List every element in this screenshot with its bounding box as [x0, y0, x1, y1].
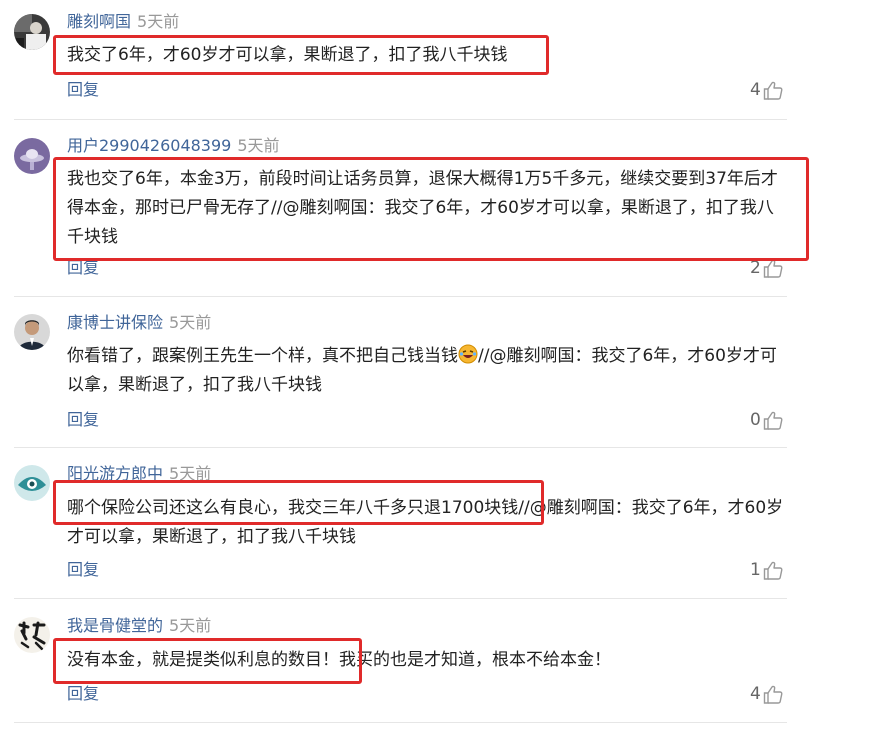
- username[interactable]: 用户2990426048399: [67, 136, 231, 155]
- comment-header: 我是骨健堂的 5天前: [67, 616, 211, 636]
- like-button[interactable]: 0: [750, 410, 783, 430]
- reply-button[interactable]: 回复: [67, 410, 99, 430]
- reply-button[interactable]: 回复: [67, 560, 99, 580]
- comment-time: 5天前: [137, 12, 180, 31]
- purple-ufo-avatar-icon: [14, 138, 50, 174]
- comment-header: 雕刻啊国 5天前: [67, 12, 179, 32]
- laughing-emoji-icon: [458, 344, 478, 364]
- comment-time: 5天前: [169, 616, 212, 635]
- like-count: 2: [750, 258, 761, 278]
- comment-text: 你看错了，跟案例王先生一个样，真不把自己钱当钱 //@雕刻啊国：我交了6年，才6…: [67, 342, 789, 400]
- avatar[interactable]: [14, 465, 50, 501]
- reply-button[interactable]: 回复: [67, 684, 99, 704]
- comment-text: 哪个保险公司还这么有良心，我交三年八千多只退1700块钱//@雕刻啊国：我交了6…: [67, 498, 784, 547]
- comment-text: 没有本金，就是提类似利息的数目！我买的也是才知道，根本不给本金！: [67, 650, 611, 670]
- like-count: 0: [750, 410, 761, 430]
- comment-text: 我交了6年，才60岁才可以拿，果断退了，扣了我八千块钱: [67, 45, 508, 65]
- dark-photo-avatar-icon: [14, 14, 50, 50]
- divider: [14, 119, 787, 120]
- comment-time: 5天前: [169, 464, 212, 483]
- like-count: 1: [750, 560, 761, 580]
- avatar[interactable]: [14, 138, 50, 174]
- thumbs-up-icon: [763, 685, 783, 704]
- comment-header: 康博士讲保险 5天前: [67, 313, 211, 333]
- comment-text-part: 你看错了，跟案例王先生一个样，真不把自己钱当钱: [67, 346, 458, 366]
- avatar[interactable]: [14, 14, 50, 50]
- divider: [14, 296, 787, 297]
- like-count: 4: [750, 684, 761, 704]
- thumbs-up-icon: [763, 259, 783, 278]
- avatar[interactable]: [14, 314, 50, 350]
- comment-header: 用户2990426048399 5天前: [67, 136, 280, 156]
- comment-time: 5天前: [169, 313, 212, 332]
- comment-time: 5天前: [237, 136, 280, 155]
- thumbs-up-icon: [763, 561, 783, 580]
- calligraphy-avatar-icon: [14, 617, 50, 653]
- like-button[interactable]: 2: [750, 258, 783, 278]
- comment-header: 阳光游方郎中 5天前: [67, 464, 211, 484]
- teal-eye-avatar-icon: [14, 465, 50, 501]
- man-portrait-avatar-icon: [14, 314, 50, 350]
- username[interactable]: 我是骨健堂的: [67, 616, 163, 635]
- like-count: 4: [750, 80, 761, 100]
- username[interactable]: 阳光游方郎中: [67, 464, 163, 483]
- username[interactable]: 雕刻啊国: [67, 12, 131, 31]
- like-button[interactable]: 1: [750, 560, 783, 580]
- like-button[interactable]: 4: [750, 684, 783, 704]
- thumbs-up-icon: [763, 411, 783, 430]
- like-button[interactable]: 4: [750, 80, 783, 100]
- reply-button[interactable]: 回复: [67, 80, 99, 100]
- reply-button[interactable]: 回复: [67, 258, 99, 278]
- comment-text: 我也交了6年，本金3万，前段时间让话务员算，退保大概得1万5千多元，继续交要到3…: [67, 169, 778, 247]
- divider: [14, 447, 787, 448]
- divider: [14, 598, 787, 599]
- divider: [14, 722, 787, 723]
- username[interactable]: 康博士讲保险: [67, 313, 163, 332]
- thumbs-up-icon: [763, 81, 783, 100]
- avatar[interactable]: [14, 617, 50, 653]
